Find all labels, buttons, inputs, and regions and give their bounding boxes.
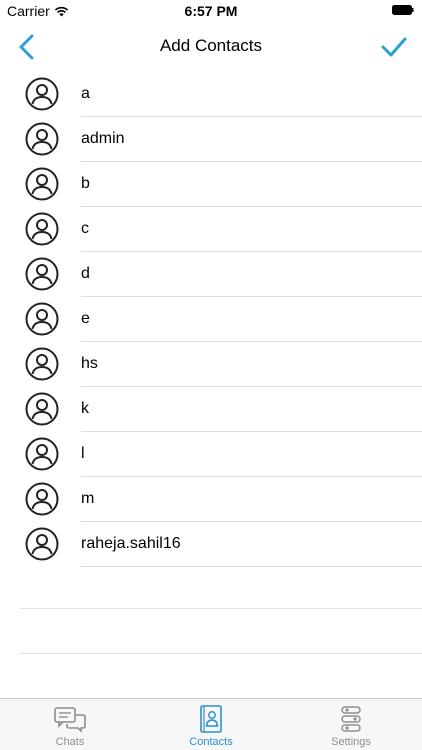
page-title: Add Contacts: [159, 36, 263, 55]
tab-chats[interactable]: Chats: [0, 699, 140, 750]
battery-icon: [392, 5, 414, 15]
contact-book-icon: [200, 705, 222, 733]
status-time: 6:57 PM: [184, 3, 238, 19]
avatar-icon: [25, 482, 59, 516]
contact-row[interactable]: k: [0, 387, 422, 432]
navigation-bar: Add Contacts: [0, 22, 422, 70]
contact-row[interactable]: c: [0, 207, 422, 252]
empty-row-divider: [20, 608, 422, 609]
contact-name: a: [81, 85, 90, 102]
avatar-icon: [25, 347, 59, 381]
row-divider: [81, 566, 422, 567]
avatar-icon: [25, 122, 59, 156]
contact-row[interactable]: b: [0, 162, 422, 207]
avatar-icon: [25, 392, 59, 426]
done-checkmark-icon[interactable]: [380, 36, 408, 58]
contact-name: m: [81, 490, 95, 507]
avatar-icon: [25, 167, 59, 201]
status-bar: Carrier 6:57 PM: [0, 0, 422, 22]
contact-name: l: [81, 445, 85, 462]
contact-row[interactable]: a: [0, 72, 422, 117]
contact-row[interactable]: admin: [0, 117, 422, 162]
tab-settings[interactable]: Settings: [281, 699, 421, 750]
contact-row[interactable]: hs: [0, 342, 422, 387]
contact-name: c: [81, 220, 89, 237]
avatar-icon: [25, 437, 59, 471]
contact-name: raheja.sahil16: [81, 535, 181, 552]
tab-chats-label: Chats: [55, 736, 85, 748]
avatar-icon: [25, 527, 59, 561]
avatar-icon: [25, 77, 59, 111]
contact-name: k: [81, 400, 89, 417]
tab-settings-label: Settings: [331, 736, 371, 748]
empty-row-divider: [20, 653, 422, 654]
avatar-icon: [25, 257, 59, 291]
contact-name: b: [81, 175, 90, 192]
contact-name: admin: [81, 130, 125, 147]
avatar-icon: [25, 212, 59, 246]
contact-row[interactable]: d: [0, 252, 422, 297]
contact-name: d: [81, 265, 90, 282]
contact-row[interactable]: e: [0, 297, 422, 342]
chat-bubbles-icon: [54, 707, 86, 733]
tab-contacts-label: Contacts: [189, 736, 233, 748]
contact-row[interactable]: l: [0, 432, 422, 477]
avatar-icon: [25, 302, 59, 336]
contact-name: e: [81, 310, 90, 327]
tab-contacts[interactable]: Contacts: [141, 699, 281, 750]
contact-name: hs: [81, 355, 98, 372]
tab-bar: Chats Contacts Settings: [0, 698, 422, 750]
contact-row[interactable]: raheja.sahil16: [0, 522, 422, 567]
settings-sliders-icon: [341, 706, 361, 732]
contact-list: a admin b c d e hs k l m raheja.sahil16: [0, 72, 422, 567]
contact-row[interactable]: m: [0, 477, 422, 522]
